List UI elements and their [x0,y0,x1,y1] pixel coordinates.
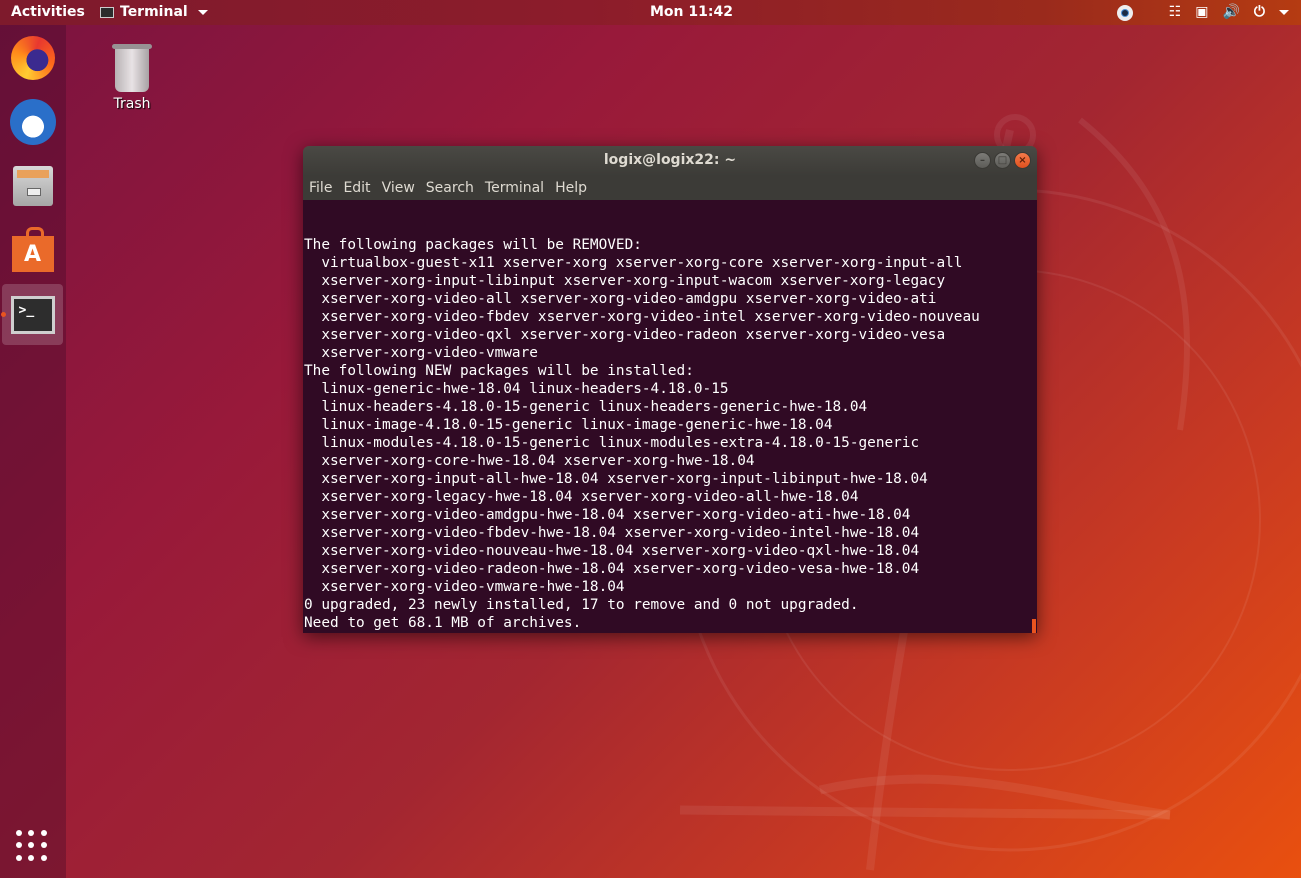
camera-indicator-icon[interactable] [1116,4,1133,21]
terminal-line: xserver-xorg-video-qxl xserver-xorg-vide… [304,327,946,343]
volume-icon[interactable]: 🔊 [1222,3,1239,22]
terminal-line: xserver-xorg-video-fbdev xserver-xorg-vi… [304,309,980,325]
minimize-button[interactable]: – [974,152,991,169]
trash-icon [112,44,152,92]
menu-edit[interactable]: Edit [343,180,370,196]
dock-item-software[interactable]: A [2,219,63,280]
files-icon [12,165,53,206]
terminal-menubar: File Edit View Search Terminal Help [303,176,1037,200]
trash-label: Trash [113,96,151,112]
running-indicator [1,312,6,317]
maximize-button[interactable]: □ [994,152,1011,169]
terminal-line: linux-headers-4.18.0-15-generic linux-he… [304,399,868,415]
terminal-line: After this operation, 317 MB of addition… [304,632,1037,633]
terminal-window: logix@logix22: ~ – □ × File Edit View Se… [303,146,1037,633]
network-icon[interactable]: ☷ [1169,3,1182,22]
terminal-line: Need to get 68.1 MB of archives. [304,615,582,631]
app-menu-label: Terminal [120,4,188,20]
terminal-line: xserver-xorg-video-amdgpu-hwe-18.04 xser… [304,507,911,523]
dock-item-thunderbird[interactable] [2,91,63,152]
dock-item-firefox[interactable] [2,27,63,88]
terminal-line: xserver-xorg-legacy-hwe-18.04 xserver-xo… [304,489,859,505]
display-icon[interactable]: ▣ [1195,3,1208,22]
show-applications-icon[interactable] [16,830,48,862]
terminal-line: xserver-xorg-core-hwe-18.04 xserver-xorg… [304,453,755,469]
power-icon[interactable]: ⏻ [1254,3,1265,22]
menu-terminal[interactable]: Terminal [485,180,544,196]
terminal-line: The following packages will be REMOVED: [304,237,642,253]
dock: A >_ [0,25,66,878]
close-button[interactable]: × [1014,152,1031,169]
scrollbar-thumb[interactable] [1032,619,1036,633]
terminal-line: xserver-xorg-video-all xserver-xorg-vide… [304,291,937,307]
terminal-line: 0 upgraded, 23 newly installed, 17 to re… [304,597,859,613]
terminal-line: linux-image-4.18.0-15-generic linux-imag… [304,417,833,433]
menu-help[interactable]: Help [555,180,587,196]
window-controls: – □ × [974,152,1031,169]
terminal-output[interactable]: The following packages will be REMOVED: … [303,200,1037,633]
firefox-icon [10,35,55,80]
terminal-icon: >_ [10,295,55,334]
dock-item-files[interactable] [2,155,63,216]
terminal-line: xserver-xorg-video-fbdev-hwe-18.04 xserv… [304,525,920,541]
terminal-line: xserver-xorg-input-all-hwe-18.04 xserver… [304,471,928,487]
menu-file[interactable]: File [309,180,332,196]
terminal-line: xserver-xorg-input-libinput xserver-xorg… [304,273,946,289]
system-menu-caret-icon[interactable] [1279,10,1289,15]
terminal-line: The following NEW packages will be insta… [304,363,694,379]
activities-button[interactable]: Activities [11,4,85,20]
dock-item-terminal[interactable]: >_ [1,284,63,345]
terminal-app-icon [100,6,114,18]
terminal-line: linux-modules-4.18.0-15-generic linux-mo… [304,435,920,451]
terminal-line: xserver-xorg-video-vmware [304,345,538,361]
window-title: logix@logix22: ~ [603,152,737,168]
chevron-down-icon [197,9,208,15]
window-titlebar[interactable]: logix@logix22: ~ – □ × [303,146,1037,176]
terminal-line: xserver-xorg-video-nouveau-hwe-18.04 xse… [304,543,920,559]
terminal-line: xserver-xorg-video-radeon-hwe-18.04 xser… [304,561,920,577]
clock[interactable]: Mon 11:42 [650,4,733,20]
menu-view[interactable]: View [382,180,415,196]
app-menu[interactable]: Terminal [100,4,208,20]
system-tray[interactable]: ☷ ▣ 🔊 ⏻ [1116,3,1289,22]
top-bar: Activities Terminal Mon 11:42 ☷ ▣ 🔊 ⏻ [0,0,1301,25]
desktop-icon-trash[interactable]: Trash [104,44,160,112]
menu-search[interactable]: Search [426,180,474,196]
thunderbird-icon [9,98,56,145]
terminal-line: xserver-xorg-video-vmware-hwe-18.04 [304,579,625,595]
terminal-line: virtualbox-guest-x11 xserver-xorg xserve… [304,255,963,271]
terminal-line: linux-generic-hwe-18.04 linux-headers-4.… [304,381,729,397]
software-store-icon: A [11,226,54,272]
